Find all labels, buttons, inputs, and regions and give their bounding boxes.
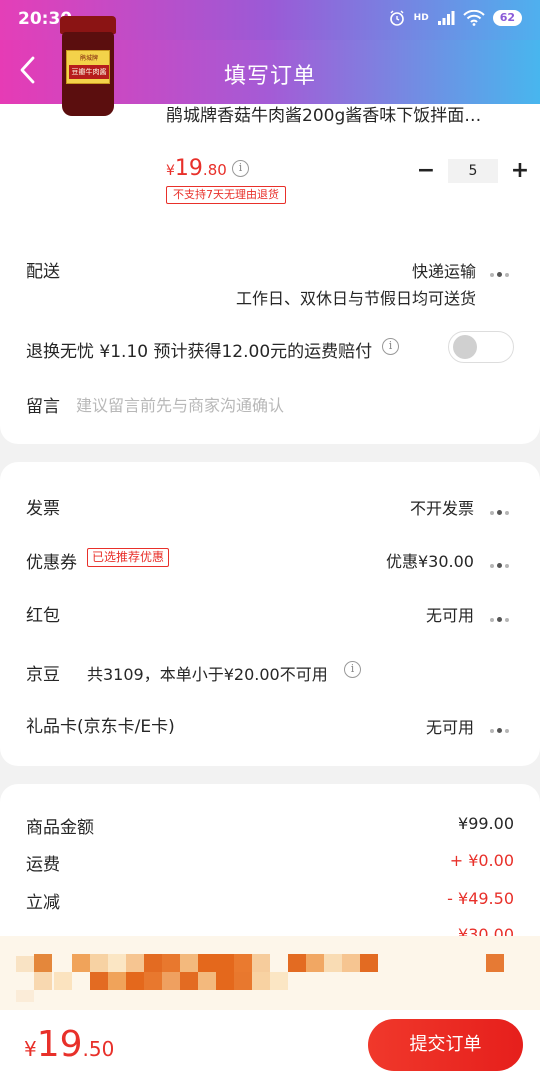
hd-signal-icon: HD: [413, 13, 429, 23]
delivery-label: 配送: [26, 262, 60, 282]
message-input[interactable]: 建议留言前先与商家沟通确认: [76, 392, 284, 416]
product-title[interactable]: 鹃城牌香菇牛肉酱200g酱香味下饭拌面…: [166, 104, 514, 128]
toggle-knob: [453, 335, 477, 359]
invoice-more-icon[interactable]: [490, 502, 512, 515]
goods-amount-label: 商品金额: [26, 818, 94, 838]
footer-bar: ¥19.50 提交订单: [0, 1010, 540, 1080]
jingdou-value: 共3109，本单小于¥20.00不可用: [87, 665, 328, 684]
gift-card-label: 礼品卡(京东卡/E卡): [26, 717, 175, 737]
quantity-input[interactable]: 5: [448, 159, 498, 183]
pixelated-banner: [0, 936, 540, 1010]
delivery-method[interactable]: 快递运输: [412, 258, 476, 282]
gift-card-value[interactable]: 无可用: [426, 714, 474, 738]
invoice-value[interactable]: 不开发票: [410, 495, 474, 519]
price-info-icon[interactable]: i: [232, 160, 249, 177]
discount-label: 立减: [26, 893, 60, 913]
quantity-minus-button[interactable]: −: [416, 160, 436, 182]
alarm-icon: [389, 10, 404, 26]
red-packet-more-icon[interactable]: [490, 609, 512, 622]
gift-card-more-icon[interactable]: [490, 720, 512, 733]
shipping-label: 运费: [26, 855, 60, 875]
return-insurance-toggle[interactable]: [448, 331, 514, 363]
return-insurance-info-icon[interactable]: i: [382, 338, 399, 355]
return-insurance-text: 退换无忧 ¥1.10 预计获得12.00元的运费赔付: [26, 342, 373, 362]
invoice-label: 发票: [26, 499, 60, 519]
shipping-value: + ¥0.00: [449, 851, 514, 870]
delivery-more-icon[interactable]: [490, 264, 512, 277]
discount-value: - ¥49.50: [447, 889, 514, 908]
coupon-label: 优惠券: [26, 553, 77, 573]
goods-amount-value: ¥99.00: [458, 814, 514, 833]
jingdou-label: 京豆: [26, 665, 60, 685]
total-price: ¥19.50: [24, 1024, 115, 1065]
quantity-stepper: − 5 +: [416, 158, 530, 184]
coupon-recommend-tag: 已选推荐优惠: [87, 548, 170, 567]
battery-icon: 62: [492, 10, 522, 26]
delivery-note: 工作日、双休日与节假日均可送货: [235, 289, 476, 308]
jingdou-info-icon[interactable]: i: [344, 661, 361, 678]
red-packet-label: 红包: [26, 606, 60, 626]
no-return-tag: 不支持7天无理由退货: [166, 186, 286, 204]
wifi-icon: [462, 10, 485, 26]
coupon-value[interactable]: 优惠¥30.00: [386, 548, 474, 572]
submit-order-button[interactable]: 提交订单: [368, 1019, 523, 1071]
product-price: ¥19.80: [166, 156, 227, 181]
product-image-label: 豆瓣牛肉酱: [69, 65, 109, 79]
red-packet-value[interactable]: 无可用: [426, 602, 474, 626]
product-image[interactable]: 鹃城牌 豆瓣牛肉酱: [60, 16, 116, 116]
message-label: 留言: [26, 397, 60, 417]
quantity-plus-button[interactable]: +: [510, 160, 530, 182]
coupon-more-icon[interactable]: [490, 555, 512, 568]
signal-icon: [437, 11, 455, 25]
product-image-brand: 鹃城牌: [79, 55, 98, 62]
